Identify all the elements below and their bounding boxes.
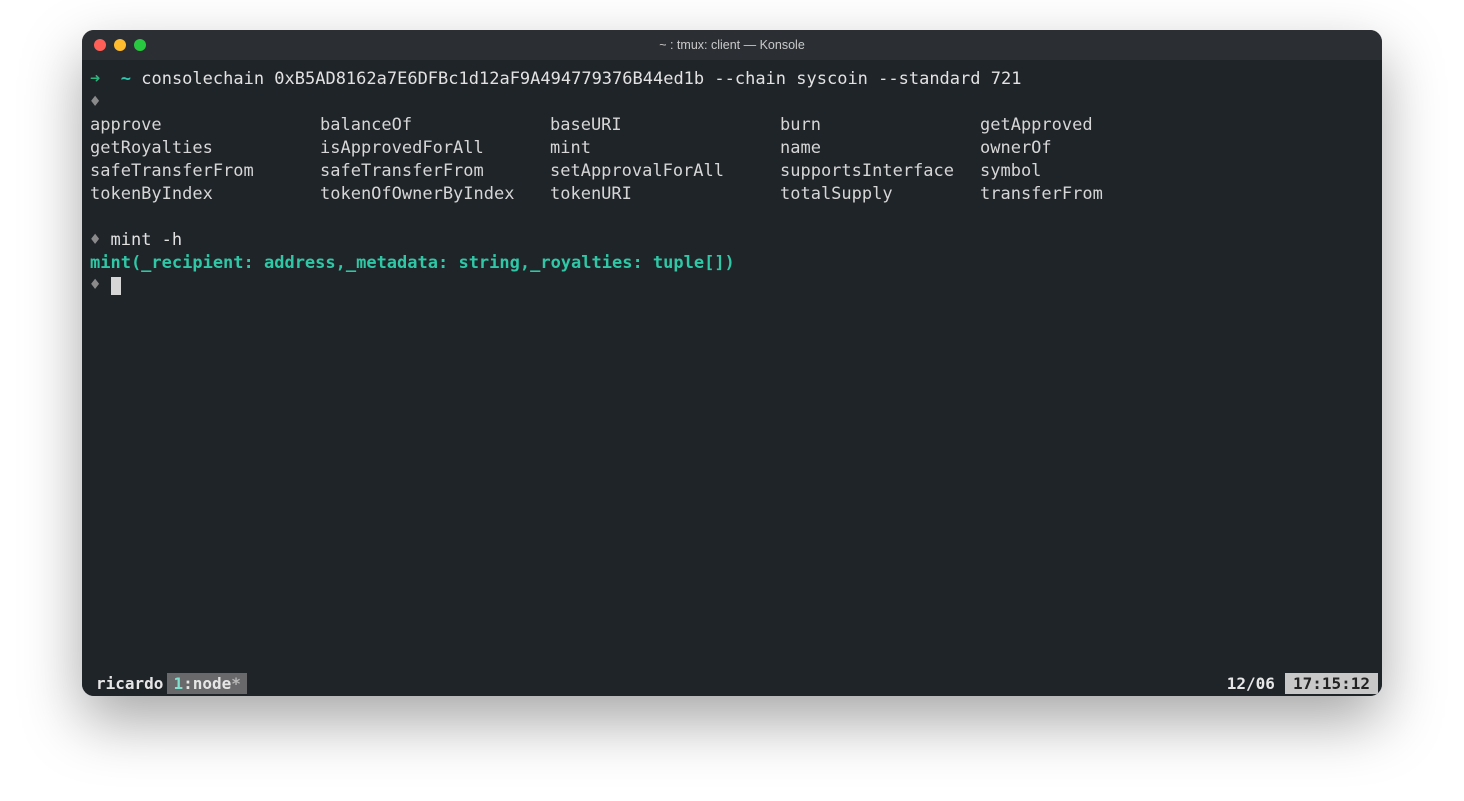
command-line-1: ➜ ~ consolechain 0xB5AD8162a7E6DFBc1d12a… xyxy=(90,68,1374,91)
completion-item: tokenByIndex xyxy=(90,183,320,206)
completion-item: tokenURI xyxy=(550,183,780,206)
completion-item: getRoyalties xyxy=(90,137,320,160)
diamond-icon: ♦ xyxy=(90,92,100,112)
diamond-icon: ♦ xyxy=(90,275,100,295)
tab-name: node xyxy=(193,674,232,693)
help-output: mint(_recipient: address,_metadata: stri… xyxy=(90,252,1374,275)
status-time: 17:15:12 xyxy=(1285,673,1378,694)
diamond-icon: ♦ xyxy=(90,230,100,250)
prompt-diamond-1: ♦ xyxy=(90,91,1374,114)
tab-index: 1 xyxy=(173,674,183,693)
completion-item: approve xyxy=(90,114,320,137)
status-left: ricardo 1:node* xyxy=(96,673,247,694)
completion-row-1: getRoyalties isApprovedForAll mint name … xyxy=(90,137,1374,160)
completion-item: ownerOf xyxy=(980,137,1210,160)
minimize-icon[interactable] xyxy=(114,39,126,51)
completion-item: safeTransferFrom xyxy=(320,160,550,183)
completion-item: supportsInterface xyxy=(780,160,980,183)
blank-line xyxy=(90,206,1374,229)
tab-sep: : xyxy=(183,674,193,693)
completion-item: getApproved xyxy=(980,114,1210,137)
completion-item: tokenOfOwnerByIndex xyxy=(320,183,550,206)
maximize-icon[interactable] xyxy=(134,39,146,51)
command-1-text: consolechain 0xB5AD8162a7E6DFBc1d12aF9A4… xyxy=(141,69,1021,89)
completion-item: symbol xyxy=(980,160,1210,183)
window-controls xyxy=(94,39,146,51)
titlebar: ~ : tmux: client — Konsole xyxy=(82,30,1382,60)
tmux-status-bar: ricardo 1:node* 12/06 17:15:12 xyxy=(82,670,1382,696)
completion-item: baseURI xyxy=(550,114,780,137)
tab-active-mark: * xyxy=(231,674,241,693)
completion-item: transferFrom xyxy=(980,183,1210,206)
command-2-text: mint -h xyxy=(111,230,183,250)
completion-item: totalSupply xyxy=(780,183,980,206)
completion-row-3: tokenByIndex tokenOfOwnerByIndex tokenUR… xyxy=(90,183,1374,206)
status-tab[interactable]: 1:node* xyxy=(167,673,246,694)
command-line-2: ♦ mint -h xyxy=(90,229,1374,252)
close-icon[interactable] xyxy=(94,39,106,51)
completion-item: burn xyxy=(780,114,980,137)
window-title: ~ : tmux: client — Konsole xyxy=(82,38,1382,52)
session-name: ricardo xyxy=(96,674,163,693)
completion-item: mint xyxy=(550,137,780,160)
terminal-body[interactable]: ➜ ~ consolechain 0xB5AD8162a7E6DFBc1d12a… xyxy=(82,60,1382,670)
completion-item: isApprovedForAll xyxy=(320,137,550,160)
cursor-icon xyxy=(111,277,121,295)
completion-item: name xyxy=(780,137,980,160)
terminal-window: ~ : tmux: client — Konsole ➜ ~ consolech… xyxy=(82,30,1382,696)
completion-item: setApprovalForAll xyxy=(550,160,780,183)
prompt-arrow-icon: ➜ xyxy=(90,69,100,89)
prompt-current[interactable]: ♦ xyxy=(90,274,1374,297)
prompt-cwd: ~ xyxy=(121,69,131,89)
completion-row-0: approve balanceOf baseURI burn getApprov… xyxy=(90,114,1374,137)
status-date: 12/06 xyxy=(1227,674,1275,693)
completion-item: balanceOf xyxy=(320,114,550,137)
completion-row-2: safeTransferFrom safeTransferFrom setApp… xyxy=(90,160,1374,183)
completion-item: safeTransferFrom xyxy=(90,160,320,183)
